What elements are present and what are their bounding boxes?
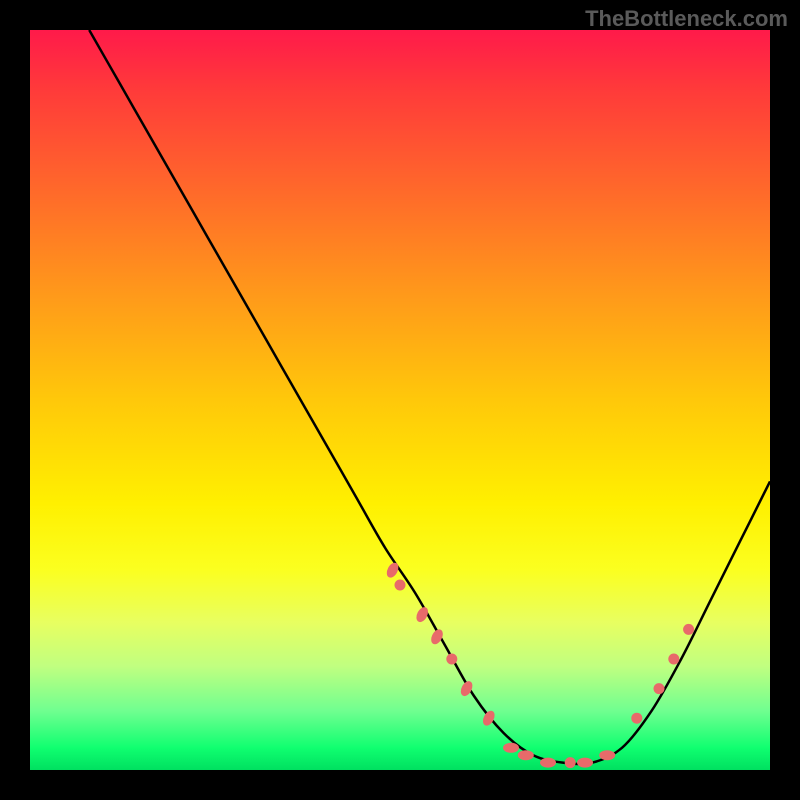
scatter-marker xyxy=(599,750,615,760)
scatter-marker xyxy=(395,580,406,591)
scatter-markers xyxy=(384,561,694,768)
watermark-text: TheBottleneck.com xyxy=(585,6,788,32)
bottleneck-curve xyxy=(89,30,770,764)
scatter-marker xyxy=(503,743,519,753)
scatter-marker xyxy=(384,561,400,580)
scatter-marker xyxy=(565,757,576,768)
curve-svg xyxy=(30,30,770,770)
chart-container: TheBottleneck.com xyxy=(0,0,800,800)
scatter-marker xyxy=(683,624,694,635)
scatter-marker xyxy=(446,654,457,665)
plot-area xyxy=(30,30,770,770)
scatter-marker xyxy=(540,758,556,768)
scatter-marker xyxy=(518,750,534,760)
scatter-marker xyxy=(668,654,679,665)
scatter-marker xyxy=(631,713,642,724)
scatter-marker xyxy=(654,683,665,694)
scatter-marker xyxy=(577,758,593,768)
